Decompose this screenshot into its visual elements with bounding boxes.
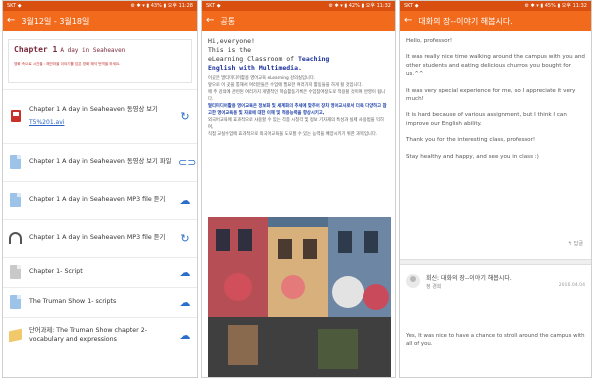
post-paragraph: Hello, professor! xyxy=(406,38,453,44)
banner-subtitle: 영화 속으로 시간을 : 해안마을 이야기를 담은 영화 해석 번역을 하세요. xyxy=(14,62,121,66)
phone-course-week: SKT ◆ ⚙ ✱ ▾ ▮ 43% ▮ 오후 11:28 ← 3월12일 - 3… xyxy=(2,0,198,378)
highlight-text: English with Multimedia. xyxy=(208,64,302,72)
list-item[interactable]: Chapter 1 A day in Seaheaven MP3 file 듣기… xyxy=(3,219,197,257)
app-bar: ← 대화의 장--이야기 해봅시다. xyxy=(400,11,591,31)
status-left: SKT ◆ xyxy=(7,3,22,9)
headphones-icon xyxy=(8,230,23,247)
list-item[interactable]: 단어과제: The Truman Show chapter 2- vocabul… xyxy=(3,317,197,353)
street-photo xyxy=(208,217,391,377)
list-item-label: Chapter 1 A day in Seaheaven MP3 file 듣기 xyxy=(29,196,166,204)
post-body: Hello, professor! It was really nice tim… xyxy=(400,31,591,161)
list-item-label: 단어과제: The Truman Show chapter 2- vocabul… xyxy=(29,327,148,343)
korean-line: 매 주 강의에 관련된 여러가지 개별적인 학습활동기록은 수업참여정도로 적용… xyxy=(208,90,386,102)
post-paragraph: Stay healthy and happy, and see you in c… xyxy=(406,153,539,160)
status-bar: SKT ◆ ⚙ ✱ ▾ ▮ 42% ▮ 오후 11:32 xyxy=(202,1,395,11)
video-file-icon xyxy=(8,108,23,125)
document-icon xyxy=(8,294,23,311)
korean-line: 직접 교실수업에 효과적으로 외국어교육을 도모할 수 있는 능력을 배양시키기… xyxy=(208,132,378,137)
comment-author: 정 경희 xyxy=(426,284,442,290)
status-right: ⚙ ✱ ▾ ▮ 43% ▮ 오후 11:28 xyxy=(130,3,193,9)
greeting-line: Hi,everyone! xyxy=(208,37,255,45)
app-bar: ← 공통 xyxy=(202,11,395,31)
book-icon xyxy=(8,327,23,344)
link-icon[interactable]: ⊂⊃ xyxy=(178,156,196,169)
post-paragraph: Thank you for the interesting class, pro… xyxy=(406,137,536,144)
cloud-download-icon[interactable]: ☁ xyxy=(178,266,192,279)
street-photo-illustration xyxy=(208,217,391,377)
document-icon xyxy=(8,264,23,281)
cloud-download-icon[interactable]: ☁ xyxy=(178,296,192,309)
list-item[interactable]: Chapter 1- Script ☁ xyxy=(3,257,197,287)
notice-body: Hi,everyone! This is the eLearning Class… xyxy=(202,31,395,138)
greeting-line: eLearning Classroom of Teaching xyxy=(208,55,389,64)
resource-list: Chapter 1 A day in Seaheaven 동영상 보기 T5%2… xyxy=(3,89,197,353)
cloud-download-icon[interactable]: ☁ xyxy=(178,194,192,207)
list-item-label: Chapter 1- Script xyxy=(29,268,83,276)
status-bar: SKT ◆ ⚙ ✱ ▾ ▮ 43% ▮ 오후 11:28 xyxy=(3,1,197,11)
reply-comment[interactable]: 회신: 대화의 장--이야기 해봅시다. 정 경희 2016.04.04 xyxy=(406,273,585,295)
app-bar-title: 3월12일 - 3월18일 xyxy=(21,16,90,26)
file-link[interactable]: T5%201.avi xyxy=(29,119,178,128)
korean-intro: 이곳은 멀티미디어활용 영어교육 eLearning 강의실입니다. 앞으로 이… xyxy=(208,75,389,138)
list-item[interactable]: The Truman Show 1- scripts ☁ xyxy=(3,287,197,317)
week-banner: Chapter 1A day in Seaheaven 영화 속으로 시간을 :… xyxy=(8,39,192,83)
post-paragraph: It is hard because of various assignment… xyxy=(406,112,567,127)
list-item[interactable]: Chapter 1 A day in Seaheaven MP3 file 듣기… xyxy=(3,181,197,219)
list-item-label: Chapter 1 A day in Seaheaven 동영상 보기 파일 xyxy=(29,158,172,166)
cloud-download-icon[interactable]: ☁ xyxy=(178,329,192,342)
list-item-label: Chapter 1 A day in Seaheaven 동영상 보기 xyxy=(29,105,158,113)
back-arrow-icon[interactable]: ← xyxy=(7,16,15,26)
reply-button[interactable]: ↰ 답글 xyxy=(568,240,583,247)
app-bar-title: 공통 xyxy=(220,16,236,26)
section-divider xyxy=(400,259,591,265)
back-arrow-icon[interactable]: ← xyxy=(404,16,412,26)
status-right: ⚙ ✱ ▾ ▮ 45% ▮ 오후 11:32 xyxy=(524,3,587,9)
app-bar-title: 대화의 장--이야기 해봅시다. xyxy=(418,16,513,26)
comment-title: 회신: 대화의 장--이야기 해봅시다. xyxy=(426,275,512,282)
status-left: SKT ◆ xyxy=(206,3,221,9)
refresh-icon[interactable]: ↻ xyxy=(178,110,192,123)
banner-title: Chapter 1A day in Seaheaven xyxy=(14,45,186,54)
list-item[interactable]: Chapter 1 A day in Seaheaven 동영상 보기 파일 ⊂… xyxy=(3,143,197,181)
korean-line: 멀티미디어활용 영어교육은 정보화 및 세계화의 추세에 맞추어 장차 영어교사… xyxy=(208,104,387,116)
list-item[interactable]: Chapter 1 A day in Seaheaven 동영상 보기 T5%2… xyxy=(3,89,197,143)
highlight-text: Teaching xyxy=(298,55,330,63)
phone-notice: SKT ◆ ⚙ ✱ ▾ ▮ 42% ▮ 오후 11:32 ← 공통 Hi,eve… xyxy=(201,0,396,378)
post-paragraph: It was very special experience for me, s… xyxy=(406,87,576,103)
list-item-label: Chapter 1 A day in Seaheaven MP3 file 듣기 xyxy=(29,234,166,242)
list-item-label: The Truman Show 1- scripts xyxy=(29,298,117,306)
document-icon xyxy=(8,192,23,209)
back-arrow-icon[interactable]: ← xyxy=(206,16,214,26)
banner-title-main: Chapter 1 xyxy=(14,45,58,54)
korean-line: 이곳은 멀티미디어활용 영어교육 eLearning 강의실입니다. xyxy=(208,76,316,81)
status-right: ⚙ ✱ ▾ ▮ 42% ▮ 오후 11:32 xyxy=(328,3,391,9)
status-left: SKT ◆ xyxy=(404,3,419,9)
avatar xyxy=(406,274,420,288)
app-bar: ← 3월12일 - 3월18일 xyxy=(3,11,197,31)
korean-line: 앞으로 이 곳을 통해서 여러분들은 수업에 필요한 여러가지 활동들을 하게 … xyxy=(208,83,363,88)
greeting-text: eLearning Classroom of xyxy=(208,55,295,63)
phone-discussion: SKT ◆ ⚙ ✱ ▾ ▮ 45% ▮ 오후 11:32 ← 대화의 장--이야… xyxy=(399,0,592,378)
post-paragraph: It was really nice time walking around t… xyxy=(406,54,585,78)
document-icon xyxy=(8,154,23,171)
comment-date: 2016.04.04 xyxy=(558,283,585,288)
banner-title-sub: A day in Seaheaven xyxy=(60,47,126,54)
greeting-line: This is the xyxy=(208,46,252,54)
refresh-icon[interactable]: ↻ xyxy=(178,232,192,245)
status-bar: SKT ◆ ⚙ ✱ ▾ ▮ 45% ▮ 오후 11:32 xyxy=(400,1,591,11)
comment-body: Yes, It was nice to have a chance to str… xyxy=(406,333,585,347)
korean-line: 외국어교육에 효과적으로 사용할 수 있는 각종 시청각 및 정보 기자재의 특… xyxy=(208,118,384,130)
